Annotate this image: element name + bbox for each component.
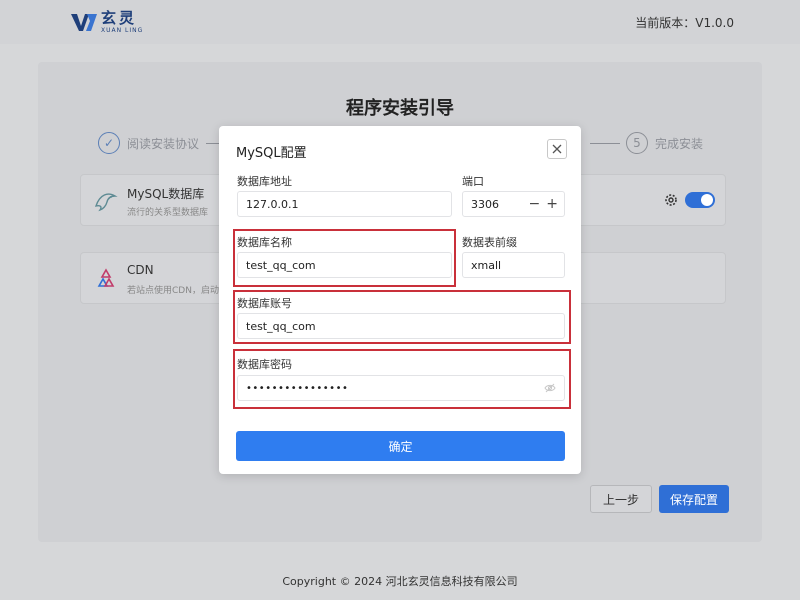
step-label: 阅读安装协议 — [127, 136, 200, 151]
password-value: •••••••••••••••• — [246, 382, 349, 394]
password-input[interactable]: •••••••••••••••• — [237, 375, 565, 401]
version-label: 当前版本：V1.0.0 — [635, 16, 734, 30]
host-label: 数据库地址 — [237, 175, 292, 188]
prefix-value: xmall — [471, 258, 502, 272]
top-header: 玄灵 XUAN LING 当前版本：V1.0.0 — [0, 0, 800, 44]
port-label: 端口 — [462, 175, 484, 188]
db-name-label: 数据库名称 — [237, 236, 292, 249]
host-value: 127.0.0.1 — [246, 197, 299, 211]
page-title: 程序安装引导 — [346, 98, 454, 119]
footer-copyright: Copyright © 2024 河北玄灵信息科技有限公司 — [282, 575, 518, 588]
step-check-icon: ✓ — [98, 132, 120, 154]
dolphin-icon — [93, 188, 119, 214]
cdn-icon — [93, 266, 119, 292]
account-label: 数据库账号 — [237, 297, 292, 310]
decrement-button[interactable]: − — [529, 196, 541, 212]
step-read-agreement: ✓ 阅读安装协议 — [98, 132, 199, 154]
prefix-input[interactable]: xmall — [462, 252, 565, 278]
logo: 玄灵 XUAN LING — [70, 10, 143, 34]
host-input[interactable]: 127.0.0.1 — [237, 191, 452, 217]
confirm-button[interactable]: 确定 — [236, 431, 565, 461]
increment-button[interactable]: + — [546, 196, 558, 212]
port-stepper[interactable]: 3306 − + — [462, 191, 565, 217]
service-desc: 流行的关系型数据库 — [127, 208, 209, 218]
close-icon — [552, 144, 562, 154]
prev-step-button[interactable]: 上一步 — [590, 485, 652, 513]
account-value: test_qq_com — [246, 319, 316, 333]
mysql-config-dialog: MySQL配置 数据库地址 127.0.0.1 端口 3306 − + 数据库名… — [219, 126, 581, 474]
dialog-title: MySQL配置 — [236, 146, 307, 161]
service-desc: 若站点使用CDN，启动 — [127, 286, 219, 296]
step-label: 完成安装 — [655, 136, 704, 151]
db-name-value: test_qq_com — [246, 258, 316, 272]
account-input[interactable]: test_qq_com — [237, 313, 565, 339]
gear-icon[interactable] — [663, 192, 679, 208]
logo-en-text: XUAN LING — [101, 26, 144, 34]
service-name: MySQL数据库 — [127, 187, 205, 201]
password-label: 数据库密码 — [237, 358, 292, 371]
mysql-enable-toggle[interactable] — [685, 192, 715, 208]
close-button[interactable] — [547, 139, 567, 159]
eye-off-icon[interactable] — [544, 383, 556, 393]
step-connector — [206, 143, 220, 144]
prefix-label: 数据表前缀 — [462, 236, 517, 249]
step-number: 5 — [626, 132, 648, 154]
logo-icon — [71, 14, 97, 31]
db-name-input[interactable]: test_qq_com — [237, 252, 452, 278]
logo-cn-text: 玄灵 — [101, 8, 138, 27]
save-config-button[interactable]: 保存配置 — [659, 485, 729, 513]
service-name: CDN — [127, 263, 154, 277]
port-value: 3306 — [471, 197, 499, 211]
step-connector — [590, 143, 620, 144]
step-finish: 5 完成安装 — [626, 132, 703, 154]
